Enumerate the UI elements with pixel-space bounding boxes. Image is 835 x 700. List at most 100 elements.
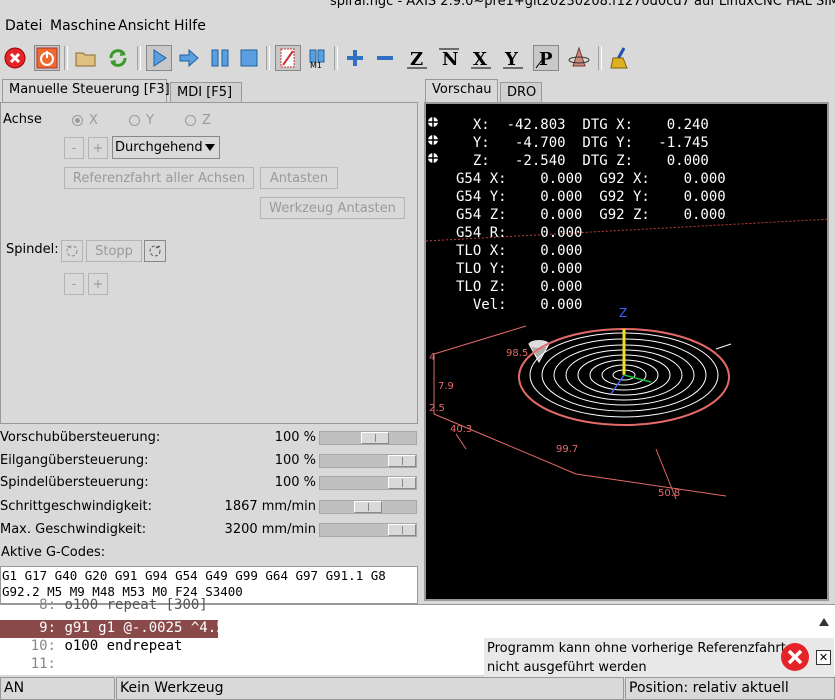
view-x-icon: X: [471, 49, 491, 70]
zoom-in-button[interactable]: [342, 45, 368, 71]
notification-line-1: Programm kann ohne vorherige Referenzfah…: [487, 641, 786, 656]
block-delete-button[interactable]: [275, 45, 301, 71]
optional-stop-button[interactable]: M1: [304, 45, 330, 71]
estop-button[interactable]: [2, 45, 28, 71]
menu-datei[interactable]: Datei: [5, 18, 42, 34]
jog-speed-row: Schrittgeschwindigkeit: 1867 mm/min: [0, 496, 418, 518]
view-y-button[interactable]: Y: [500, 45, 526, 71]
scroll-up-arrow[interactable]: [818, 612, 830, 632]
plus-icon: [347, 50, 363, 66]
jog-mode-value: Durchgehend: [115, 140, 203, 155]
spindle-cw-button[interactable]: [144, 240, 166, 262]
zoom-out-button[interactable]: [372, 45, 398, 71]
axis-y-label: Y: [146, 113, 154, 128]
touch-off-button[interactable]: Antasten: [260, 167, 338, 189]
reload-button[interactable]: [105, 45, 131, 71]
code-line[interactable]: 8: o100 repeat [300]: [0, 597, 300, 615]
tab-dro[interactable]: DRO: [500, 82, 542, 104]
spindle-plus-button[interactable]: +: [88, 273, 108, 295]
tool-touch-off-button[interactable]: Werkzeug Antasten: [260, 197, 405, 219]
feed-override-slider[interactable]: [319, 431, 417, 445]
view-z2-icon: N: [439, 48, 459, 70]
home-all-button[interactable]: Referenzfahrt aller Achsen: [64, 167, 254, 189]
tab-preview[interactable]: Vorschau: [425, 79, 498, 103]
open-file-button[interactable]: [73, 45, 99, 71]
menu-maschine[interactable]: Maschine: [50, 18, 116, 34]
toolbar-separator: [334, 46, 338, 70]
spindle-ccw-button[interactable]: [61, 240, 83, 262]
spindle-stop-button[interactable]: Stopp: [86, 240, 142, 262]
window-title: spiral.ngc - AXIS 2.9.0~pre1+git20230208…: [330, 0, 835, 9]
extent-label-5: 99.7: [556, 444, 578, 455]
menu-hilfe[interactable]: Hilfe: [174, 18, 206, 34]
axis-radio-z[interactable]: Z: [185, 113, 211, 128]
code-line[interactable]: 10: o100 endrepeat: [0, 638, 183, 656]
notification-close-button[interactable]: ✕: [816, 650, 831, 665]
rapid-override-value: 100 %: [274, 453, 316, 468]
dro-line: Y: -4.700 DTG Y: -1.745: [456, 135, 709, 151]
extent-label-3: 2.5: [429, 403, 445, 414]
machine-power-button[interactable]: [34, 45, 60, 71]
folder-icon: [75, 52, 96, 67]
svg-text:Z: Z: [410, 49, 423, 70]
jog-minus-button[interactable]: -: [64, 137, 84, 159]
jog-speed-slider[interactable]: [319, 500, 417, 514]
run-button[interactable]: [146, 45, 172, 71]
spindle-minus-button[interactable]: -: [64, 273, 84, 295]
view-z-button[interactable]: Z: [404, 45, 430, 71]
axis-radio-y[interactable]: Y: [129, 113, 154, 128]
menu-ansicht[interactable]: Ansicht: [118, 18, 170, 34]
rapid-override-slider[interactable]: [319, 454, 417, 468]
slider-thumb[interactable]: [360, 432, 389, 444]
view-z-icon: Z: [407, 49, 427, 70]
view-perspective-icon: P: [535, 49, 553, 70]
axis-radio-x[interactable]: X: [72, 113, 98, 128]
manual-control-panel: Achse X Y Z - + Durchgehend Referenzfahr…: [0, 102, 418, 424]
jog-mode-select[interactable]: Durchgehend: [112, 136, 220, 159]
dro-line: G54 X: 0.000 G92 X: 0.000: [456, 171, 726, 187]
svg-text:M1: M1: [310, 61, 322, 69]
stop-icon: [240, 49, 258, 67]
view-z2-button[interactable]: N: [436, 45, 462, 71]
slider-thumb[interactable]: [388, 455, 416, 467]
spindle-override-label: Spindelübersteuerung:: [0, 475, 149, 490]
preview-canvas[interactable]: Z 4 7.9 2.5 40.3 99.7 50.8 98.5 X: -42.8…: [424, 102, 829, 601]
scroll-up-icon: [819, 618, 829, 626]
step-button[interactable]: [176, 45, 202, 71]
play-icon: [153, 49, 167, 67]
menu-bar: Datei Maschine Ansicht Hilfe: [0, 14, 835, 38]
feed-override-label: Vorschubübersteuerung:: [0, 430, 161, 445]
svg-text:P: P: [539, 49, 553, 70]
spindle-ccw-icon: [66, 245, 78, 257]
line-number: 9:: [39, 620, 56, 636]
view-x-button[interactable]: X: [468, 45, 494, 71]
slider-thumb[interactable]: [388, 477, 416, 489]
extent-label-1: 4: [429, 352, 435, 363]
view-y-icon: Y: [503, 49, 523, 70]
spindle-override-slider[interactable]: [319, 476, 417, 490]
gcodes-label: Aktive G-Codes:: [1, 545, 106, 560]
code-line[interactable]: 11:: [0, 656, 64, 674]
error-icon: [780, 642, 810, 676]
max-velocity-label: Max. Geschwindigkeit:: [0, 522, 147, 537]
slider-thumb[interactable]: [354, 501, 382, 513]
extent-label-6: 50.8: [658, 488, 680, 499]
toolbar-separator: [266, 46, 270, 70]
tab-manual[interactable]: Manuelle Steuerung [F3]: [2, 79, 170, 103]
stop-button[interactable]: [236, 45, 262, 71]
code-line-active[interactable]: 9: g91 g1 @-.0025 ^4.5: [0, 620, 225, 638]
slider-thumb[interactable]: [388, 524, 416, 536]
max-velocity-slider[interactable]: [319, 523, 417, 537]
jog-speed-value: 1867 mm/min: [224, 499, 316, 514]
pause-button[interactable]: [207, 45, 233, 71]
rotate-view-button[interactable]: [566, 45, 592, 71]
clear-backplot-button[interactable]: [607, 45, 633, 71]
view-p-button[interactable]: P: [533, 45, 559, 71]
svg-text:Y: Y: [504, 49, 519, 70]
notification-box: Programm kann ohne vorherige Referenzfah…: [484, 638, 834, 678]
broom-icon: [610, 47, 628, 69]
code-text: o100 endrepeat: [64, 638, 183, 654]
block-delete-icon: [280, 48, 295, 68]
jog-plus-button[interactable]: +: [88, 137, 108, 159]
tab-mdi[interactable]: MDI [F5]: [170, 82, 242, 104]
